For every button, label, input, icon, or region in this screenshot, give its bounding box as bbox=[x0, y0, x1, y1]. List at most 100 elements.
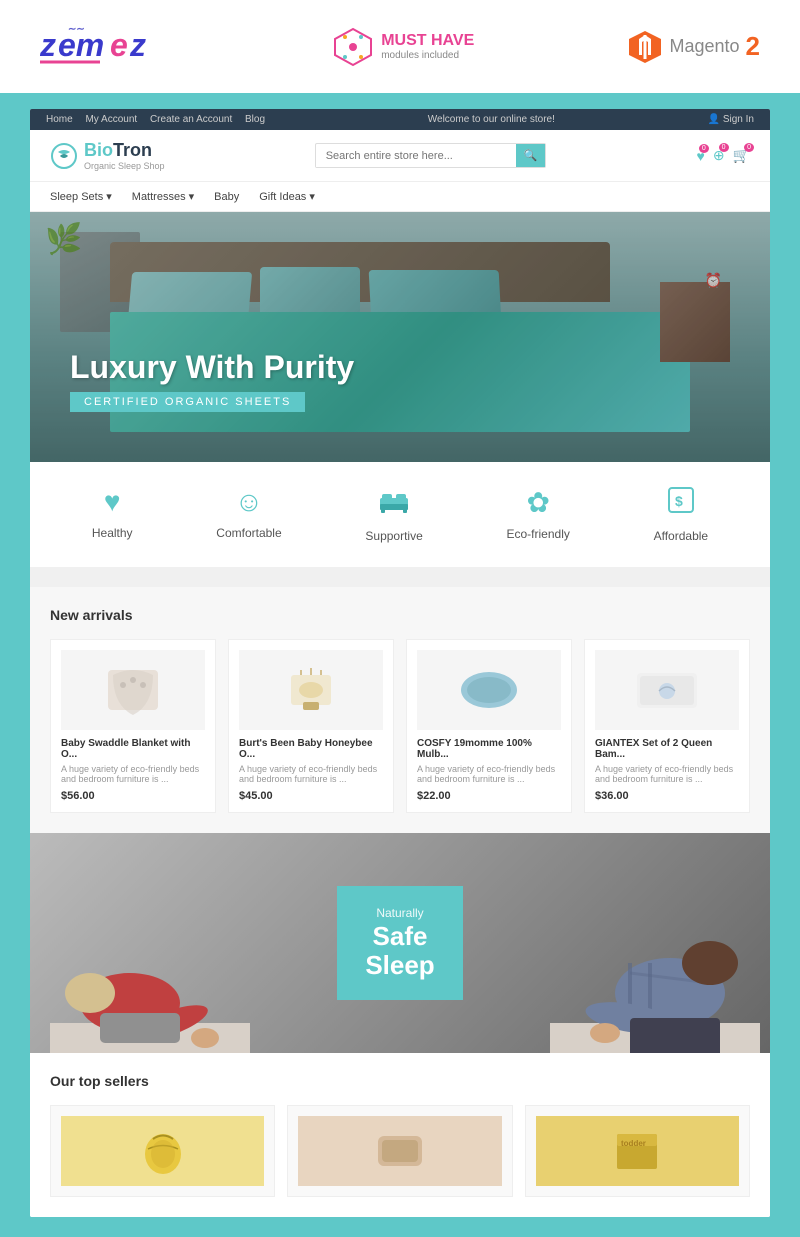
search-input[interactable] bbox=[316, 145, 516, 167]
topnav-home[interactable]: Home bbox=[46, 114, 73, 125]
topnav-welcome: Welcome to our online store! bbox=[428, 114, 555, 125]
logo-bio: Bio bbox=[84, 140, 113, 160]
product-desc-4: A huge variety of eco-friendly beds and … bbox=[595, 764, 739, 784]
mainnav-sleepsets[interactable]: Sleep Sets ▾ bbox=[50, 190, 112, 203]
top-seller-img-1 bbox=[61, 1116, 264, 1186]
product-name-3: COSFY 19momme 100% Mulb... bbox=[417, 738, 561, 760]
musthave-title: MUST HAVE bbox=[381, 32, 474, 50]
topnav-blog[interactable]: Blog bbox=[245, 114, 265, 125]
top-seller-img-3: todder bbox=[536, 1116, 739, 1186]
feature-affordable-label: Affordable bbox=[654, 529, 709, 543]
product-img-2 bbox=[239, 650, 383, 730]
magento-version: 2 bbox=[746, 31, 760, 62]
store-logo: BioTron Organic Sleep Shop bbox=[50, 140, 165, 171]
search-bar[interactable]: 🔍 bbox=[315, 143, 547, 168]
product-desc-3: A huge variety of eco-friendly beds and … bbox=[417, 764, 561, 784]
branding-bar: ∼∼ z em e z MUST HAVE modules included bbox=[0, 0, 800, 93]
product-img-3 bbox=[417, 650, 561, 730]
feature-comfortable: ☺ Comfortable bbox=[216, 486, 281, 543]
product-name-1: Baby Swaddle Blanket with O... bbox=[61, 738, 205, 760]
wishlist-badge: 0 bbox=[699, 144, 709, 153]
svg-text:todder: todder bbox=[621, 1139, 646, 1148]
new-arrivals-section: New arrivals Baby Swaddle Blanket with O… bbox=[30, 587, 770, 833]
musthave-logo: MUST HAVE modules included bbox=[333, 27, 474, 67]
logo-icon bbox=[50, 142, 78, 170]
topnav-links[interactable]: Home My Account Create an Account Blog bbox=[46, 114, 275, 125]
dollar-icon: $ bbox=[667, 486, 695, 521]
svg-text:z: z bbox=[129, 27, 146, 63]
store-header: BioTron Organic Sleep Shop 🔍 ♥0 ⊕0 🛒0 bbox=[30, 130, 770, 182]
product-img-1 bbox=[61, 650, 205, 730]
new-arrivals-title: New arrivals bbox=[50, 607, 750, 623]
mainnav-giftideas[interactable]: Gift Ideas ▾ bbox=[259, 190, 315, 203]
topnav-createaccount[interactable]: Create an Account bbox=[150, 114, 232, 125]
svg-text:e: e bbox=[110, 27, 128, 63]
musthave-subtitle: modules included bbox=[381, 50, 474, 61]
safe-sleep-section: Naturally Safe Sleep bbox=[30, 833, 770, 1053]
heart-icon: ♥ bbox=[104, 486, 121, 518]
search-button[interactable]: 🔍 bbox=[516, 144, 546, 167]
product-img-4 bbox=[595, 650, 739, 730]
svg-text:$: $ bbox=[675, 493, 683, 509]
compare-icon[interactable]: ⊕0 bbox=[713, 147, 725, 164]
hero-text-block: Luxury With Purity CERTIFIED ORGANIC SHE… bbox=[70, 349, 354, 412]
mainnav-baby[interactable]: Baby bbox=[214, 191, 239, 203]
feature-healthy: ♥ Healthy bbox=[92, 486, 133, 543]
product-card-4: GIANTEX Set of 2 Queen Bam... A huge var… bbox=[584, 639, 750, 813]
safe-sleep-card: Naturally Safe Sleep bbox=[337, 886, 462, 999]
cart-badge: 0 bbox=[744, 143, 754, 152]
product-card-2: Burt's Been Baby Honeybee O... A huge va… bbox=[228, 639, 394, 813]
feature-comfortable-label: Comfortable bbox=[216, 526, 281, 540]
section-divider-1 bbox=[30, 567, 770, 587]
header-icons: ♥0 ⊕0 🛒0 bbox=[697, 147, 750, 164]
top-seller-3: todder bbox=[525, 1105, 750, 1197]
top-seller-img-2 bbox=[298, 1116, 501, 1186]
feature-healthy-label: Healthy bbox=[92, 526, 133, 540]
safe-sleep-naturally: Naturally bbox=[365, 906, 434, 920]
top-seller-1 bbox=[50, 1105, 275, 1197]
svg-text:z: z bbox=[40, 27, 56, 63]
product-card-1: Baby Swaddle Blanket with O... A huge va… bbox=[50, 639, 216, 813]
topnav-myaccount[interactable]: My Account bbox=[85, 114, 137, 125]
feature-supportive-label: Supportive bbox=[365, 529, 422, 543]
mainnav-mattresses[interactable]: Mattresses ▾ bbox=[132, 190, 194, 203]
hero-banner: 🌿 ⏰ Luxury With Purity CERTIFIED ORGANIC… bbox=[30, 212, 770, 462]
svg-text:em: em bbox=[58, 27, 104, 63]
magento-text: Magento bbox=[669, 36, 739, 57]
flower-icon: ✿ bbox=[526, 486, 549, 519]
feature-ecofriendly-label: Eco-friendly bbox=[507, 527, 570, 541]
features-bar: ♥ Healthy ☺ Comfortable Supportive ✿ bbox=[30, 462, 770, 567]
product-price-2: $45.00 bbox=[239, 790, 383, 802]
store-topnav: Home My Account Create an Account Blog W… bbox=[30, 109, 770, 130]
zemes-logo: ∼∼ z em e z bbox=[40, 18, 180, 75]
compare-badge: 0 bbox=[719, 143, 729, 152]
product-price-3: $22.00 bbox=[417, 790, 561, 802]
cart-icon[interactable]: 🛒0 bbox=[733, 147, 750, 164]
product-name-4: GIANTEX Set of 2 Queen Bam... bbox=[595, 738, 739, 760]
topnav-signin[interactable]: Sign In bbox=[708, 114, 754, 125]
top-sellers-title: Our top sellers bbox=[50, 1073, 750, 1089]
logo-text: BioTron Organic Sleep Shop bbox=[84, 140, 165, 171]
store-wrapper: Home My Account Create an Account Blog W… bbox=[30, 109, 770, 1217]
smile-icon: ☺ bbox=[235, 486, 264, 518]
hero-title: Luxury With Purity bbox=[70, 349, 354, 386]
product-name-2: Burt's Been Baby Honeybee O... bbox=[239, 738, 383, 760]
teal-spacer-top bbox=[0, 93, 800, 109]
wishlist-icon[interactable]: ♥0 bbox=[697, 148, 705, 164]
bed-icon bbox=[378, 486, 410, 521]
product-card-3: COSFY 19momme 100% Mulb... A huge variet… bbox=[406, 639, 572, 813]
magento-logo: Magento 2 bbox=[627, 29, 760, 65]
top-sellers-section: Our top sellers bbox=[30, 1053, 770, 1217]
teal-spacer-bottom bbox=[0, 1217, 800, 1237]
product-desc-2: A huge variety of eco-friendly beds and … bbox=[239, 764, 383, 784]
feature-affordable: $ Affordable bbox=[654, 486, 709, 543]
product-price-1: $56.00 bbox=[61, 790, 205, 802]
hero-subtitle: CERTIFIED ORGANIC SHEETS bbox=[70, 392, 305, 412]
top-seller-2 bbox=[287, 1105, 512, 1197]
logo-subtitle: Organic Sleep Shop bbox=[84, 161, 165, 171]
feature-supportive: Supportive bbox=[365, 486, 422, 543]
feature-ecofriendly: ✿ Eco-friendly bbox=[507, 486, 570, 543]
top-sellers-grid: todder bbox=[50, 1105, 750, 1197]
logo-tron: Tron bbox=[113, 140, 152, 160]
store-mainnav: Sleep Sets ▾ Mattresses ▾ Baby Gift Idea… bbox=[30, 182, 770, 212]
